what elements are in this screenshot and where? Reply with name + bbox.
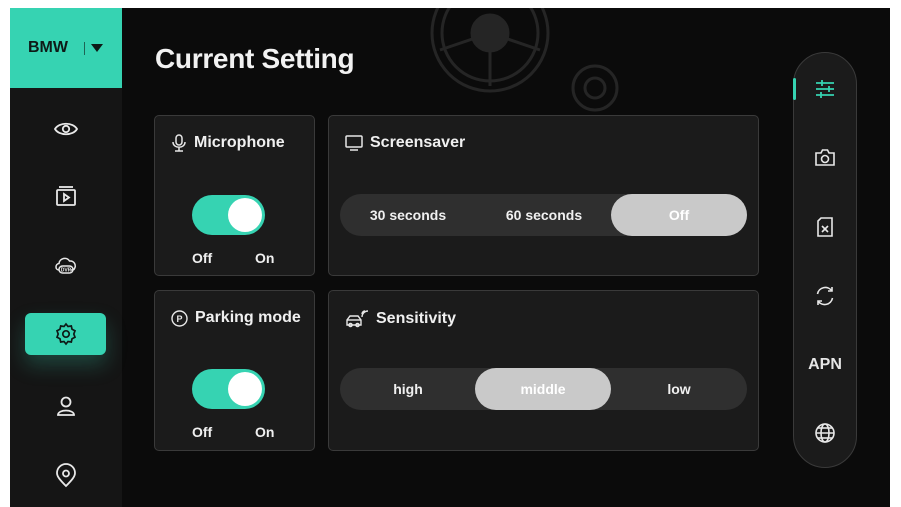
screensaver-option-30s[interactable]: 30 seconds	[340, 194, 476, 236]
rail-item-sd-card[interactable]	[794, 207, 856, 247]
dvr-cloud-icon: DVR	[54, 257, 76, 274]
screensaver-option-off[interactable]: Off	[611, 194, 747, 236]
svg-text:P: P	[176, 314, 182, 324]
sidebar-item-settings[interactable]	[25, 313, 106, 355]
left-sidebar: BMW DVR	[10, 8, 122, 507]
sensitivity-label: Sensitivity	[376, 310, 457, 327]
car-signal-icon	[346, 310, 369, 328]
monitor-icon	[345, 135, 363, 151]
microphone-card: Microphone Off On	[154, 115, 315, 276]
settings-gear-icon	[55, 322, 76, 346]
apn-label: APN	[808, 356, 842, 373]
sensitivity-segmented-control: high middle low	[340, 368, 747, 410]
user-icon	[56, 396, 75, 416]
page-title: Current Setting	[155, 43, 355, 74]
steering-gear-decoration-icon	[430, 8, 619, 112]
microphone-toggle[interactable]	[192, 195, 265, 235]
camera-icon	[815, 149, 835, 166]
parking-on-label: On	[255, 424, 275, 440]
microphone-label: Microphone	[194, 134, 285, 151]
playback-icon	[55, 186, 76, 206]
toggle-knob	[228, 372, 262, 406]
sidebar-item-live-view[interactable]	[25, 108, 106, 150]
screensaver-card: Screensaver 30 seconds 60 seconds Off	[328, 115, 759, 276]
svg-text:DVR: DVR	[60, 268, 71, 274]
rail-item-refresh[interactable]	[794, 276, 856, 316]
microphone-icon	[172, 134, 186, 152]
sidebar-item-location[interactable]	[25, 455, 106, 497]
toggle-knob	[228, 198, 262, 232]
screensaver-segmented-control: 30 seconds 60 seconds Off	[340, 194, 747, 236]
screensaver-option-60s[interactable]: 60 seconds	[476, 194, 612, 236]
microphone-on-label: On	[255, 250, 275, 266]
screensaver-label: Screensaver	[370, 134, 466, 151]
microphone-off-label: Off	[192, 250, 213, 266]
rail-item-settings[interactable]	[794, 69, 856, 109]
parking-mode-toggle[interactable]	[192, 369, 265, 409]
parking-icon: P	[171, 309, 188, 327]
parking-label: Parking mode	[195, 309, 301, 326]
microphone-title: Microphone	[171, 134, 285, 152]
sidebar-item-playback[interactable]	[25, 176, 106, 218]
sidebar-item-user[interactable]	[25, 385, 106, 427]
brand-selector[interactable]: BMW	[10, 8, 122, 88]
sensitivity-option-high[interactable]: high	[340, 368, 476, 410]
globe-icon	[815, 423, 835, 443]
sensitivity-option-low[interactable]: low	[611, 368, 747, 410]
sensitivity-card: Sensitivity high middle low	[328, 290, 759, 451]
sd-card-icon	[817, 217, 833, 237]
parking-off-label: Off	[192, 424, 213, 440]
chevron-down-icon	[90, 44, 103, 52]
brand-label: BMW	[28, 39, 68, 56]
sensitivity-title: Sensitivity	[345, 309, 456, 329]
parking-title: P Parking mode	[171, 309, 301, 327]
location-icon	[55, 463, 76, 488]
brand-separator	[83, 41, 85, 55]
rail-item-network[interactable]	[794, 413, 856, 453]
app-screen: BMW DVR Current Setting Microphone Off O…	[10, 8, 890, 507]
screensaver-title: Screensaver	[345, 134, 465, 152]
rail-item-camera[interactable]	[794, 137, 856, 177]
parking-mode-card: P Parking mode Off On	[154, 290, 315, 451]
sensitivity-option-middle[interactable]: middle	[475, 368, 611, 410]
sliders-icon	[816, 80, 834, 98]
right-tool-rail: APN	[793, 52, 857, 468]
eye-icon	[53, 122, 78, 136]
rail-item-apn[interactable]: APN	[794, 345, 856, 385]
refresh-icon	[816, 286, 834, 306]
sidebar-item-dvr[interactable]: DVR	[25, 244, 106, 286]
